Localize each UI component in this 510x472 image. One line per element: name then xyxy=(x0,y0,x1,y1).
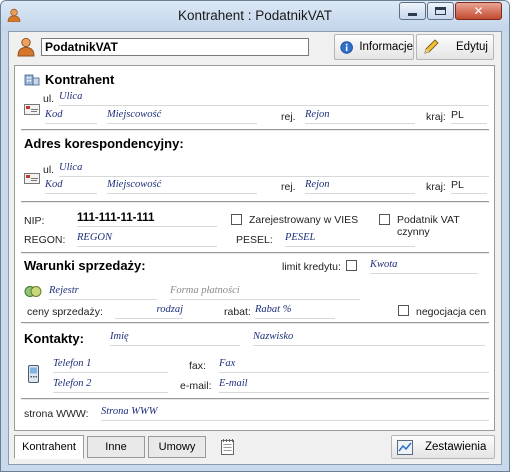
contacts-heading: Kontakty: xyxy=(24,331,84,346)
pencil-icon xyxy=(424,39,439,54)
last-name-field[interactable]: Nazwisko xyxy=(253,331,485,346)
corr-street-label: ul. xyxy=(43,164,55,176)
minimize-button[interactable] xyxy=(399,2,426,20)
information-button[interactable]: Informacje xyxy=(334,34,414,60)
close-icon: ✕ xyxy=(473,4,484,18)
sales-heading: Warunki sprzedaży: xyxy=(24,258,146,273)
country-label: kraj: xyxy=(426,111,446,123)
toolbar: PodatnikVAT Informacje Edytuj xyxy=(9,32,501,63)
payment-form-field[interactable]: Forma płatności xyxy=(170,285,360,300)
corr-city-field[interactable]: Miejscowość xyxy=(107,179,257,194)
corr-region-field[interactable]: Rejon xyxy=(305,179,415,194)
fax-field[interactable]: Fax xyxy=(219,358,489,373)
vies-checkbox[interactable] xyxy=(231,214,242,225)
phone-icon xyxy=(28,365,39,383)
tab-other[interactable]: Inne xyxy=(87,436,145,458)
report-icon xyxy=(397,439,413,455)
notes-icon[interactable] xyxy=(221,439,234,455)
email-field[interactable]: E-mail xyxy=(219,378,489,393)
fax-label: fax: xyxy=(189,360,206,372)
address-card-icon xyxy=(24,104,40,115)
corr-postcode-field[interactable]: Kod xyxy=(45,179,97,194)
building-icon xyxy=(24,74,40,86)
correspondence-heading: Adres korespondencyjny: xyxy=(24,136,184,151)
contractor-name-field[interactable]: PodatnikVAT xyxy=(41,38,309,56)
divider xyxy=(21,129,489,131)
vat-active-checkbox[interactable] xyxy=(379,214,390,225)
website-label: strona WWW: xyxy=(24,408,89,420)
country-field[interactable]: PL xyxy=(451,109,487,124)
user-icon xyxy=(17,37,35,57)
title-bar[interactable]: Kontrahent : PodatnikVAT ✕ xyxy=(1,1,509,31)
tab-contractor[interactable]: Kontrahent xyxy=(14,435,84,459)
credit-amount-field[interactable]: Kwota xyxy=(370,259,478,274)
first-name-field[interactable]: Imię xyxy=(110,331,240,346)
pesel-label: PESEL: xyxy=(236,234,273,246)
city-field[interactable]: Miejscowość xyxy=(107,109,257,124)
summaries-label: Zestawienia xyxy=(425,441,487,453)
sale-prices-field[interactable]: rodzaj xyxy=(115,304,183,319)
corr-country-field[interactable]: PL xyxy=(451,179,487,194)
region-field[interactable]: Rejon xyxy=(305,109,415,124)
regon-field[interactable]: REGON xyxy=(77,232,217,247)
credit-limit-checkbox[interactable] xyxy=(346,260,357,271)
summaries-button[interactable]: Zestawienia xyxy=(391,435,495,459)
divider xyxy=(21,322,489,324)
edit-button[interactable]: Edytuj xyxy=(416,34,494,60)
divider xyxy=(21,252,489,254)
nip-label: NIP: xyxy=(24,215,45,227)
discount-label: rabat: xyxy=(224,306,251,318)
phone1-field[interactable]: Telefon 1 xyxy=(53,358,168,373)
street-label: ul. xyxy=(43,93,55,105)
minimize-icon xyxy=(408,13,417,16)
street-field[interactable]: Ulica xyxy=(59,91,489,106)
phone2-field[interactable]: Telefon 2 xyxy=(53,378,168,393)
divider xyxy=(21,398,489,400)
price-negotiation-label: negocjacja cen xyxy=(416,306,487,318)
information-label: Informacje xyxy=(359,41,413,53)
price-negotiation-checkbox[interactable] xyxy=(398,305,409,316)
credit-limit-label: limit kredytu: xyxy=(282,261,341,273)
window-content: PodatnikVAT Informacje Edytuj Kontrahent… xyxy=(8,31,502,465)
maximize-button[interactable] xyxy=(427,2,454,20)
tab-contractor-label: Kontrahent xyxy=(22,441,76,453)
tab-other-label: Inne xyxy=(105,441,127,453)
tab-contracts-label: Umowy xyxy=(158,441,196,453)
postcode-field[interactable]: Kod xyxy=(45,109,97,124)
contractor-panel: Kontrahent ul. Ulica Kod Miejscowość rej… xyxy=(14,65,495,431)
corr-region-label: rej. xyxy=(281,181,296,193)
maximize-icon xyxy=(435,7,446,15)
contractor-heading: Kontrahent xyxy=(45,72,115,87)
region-label: rej. xyxy=(281,111,296,123)
website-field[interactable]: Strona WWW xyxy=(101,406,489,421)
close-button[interactable]: ✕ xyxy=(455,2,502,20)
corr-street-field[interactable]: Ulica xyxy=(59,162,489,177)
email-label: e-mail: xyxy=(180,380,212,392)
edit-label: Edytuj xyxy=(456,41,488,53)
window: Kontrahent : PodatnikVAT ✕ PodatnikVAT I… xyxy=(0,0,510,472)
info-icon xyxy=(340,40,353,54)
address-card-icon xyxy=(24,173,40,184)
corr-country-label: kraj: xyxy=(426,181,446,193)
pesel-field[interactable]: PESEL xyxy=(285,232,415,247)
discount-field[interactable]: Rabat % xyxy=(255,304,335,319)
divider xyxy=(21,201,489,203)
regon-label: REGON: xyxy=(24,234,66,246)
vies-label: Zarejestrowany w VIES xyxy=(249,214,359,226)
tab-contracts[interactable]: Umowy xyxy=(148,436,206,458)
payment-icon xyxy=(24,286,42,297)
register-field[interactable]: Rejestr xyxy=(49,285,157,300)
nip-field[interactable]: 111-111-11-111 xyxy=(77,212,217,227)
sale-prices-label: ceny sprzedaży: xyxy=(27,306,103,318)
